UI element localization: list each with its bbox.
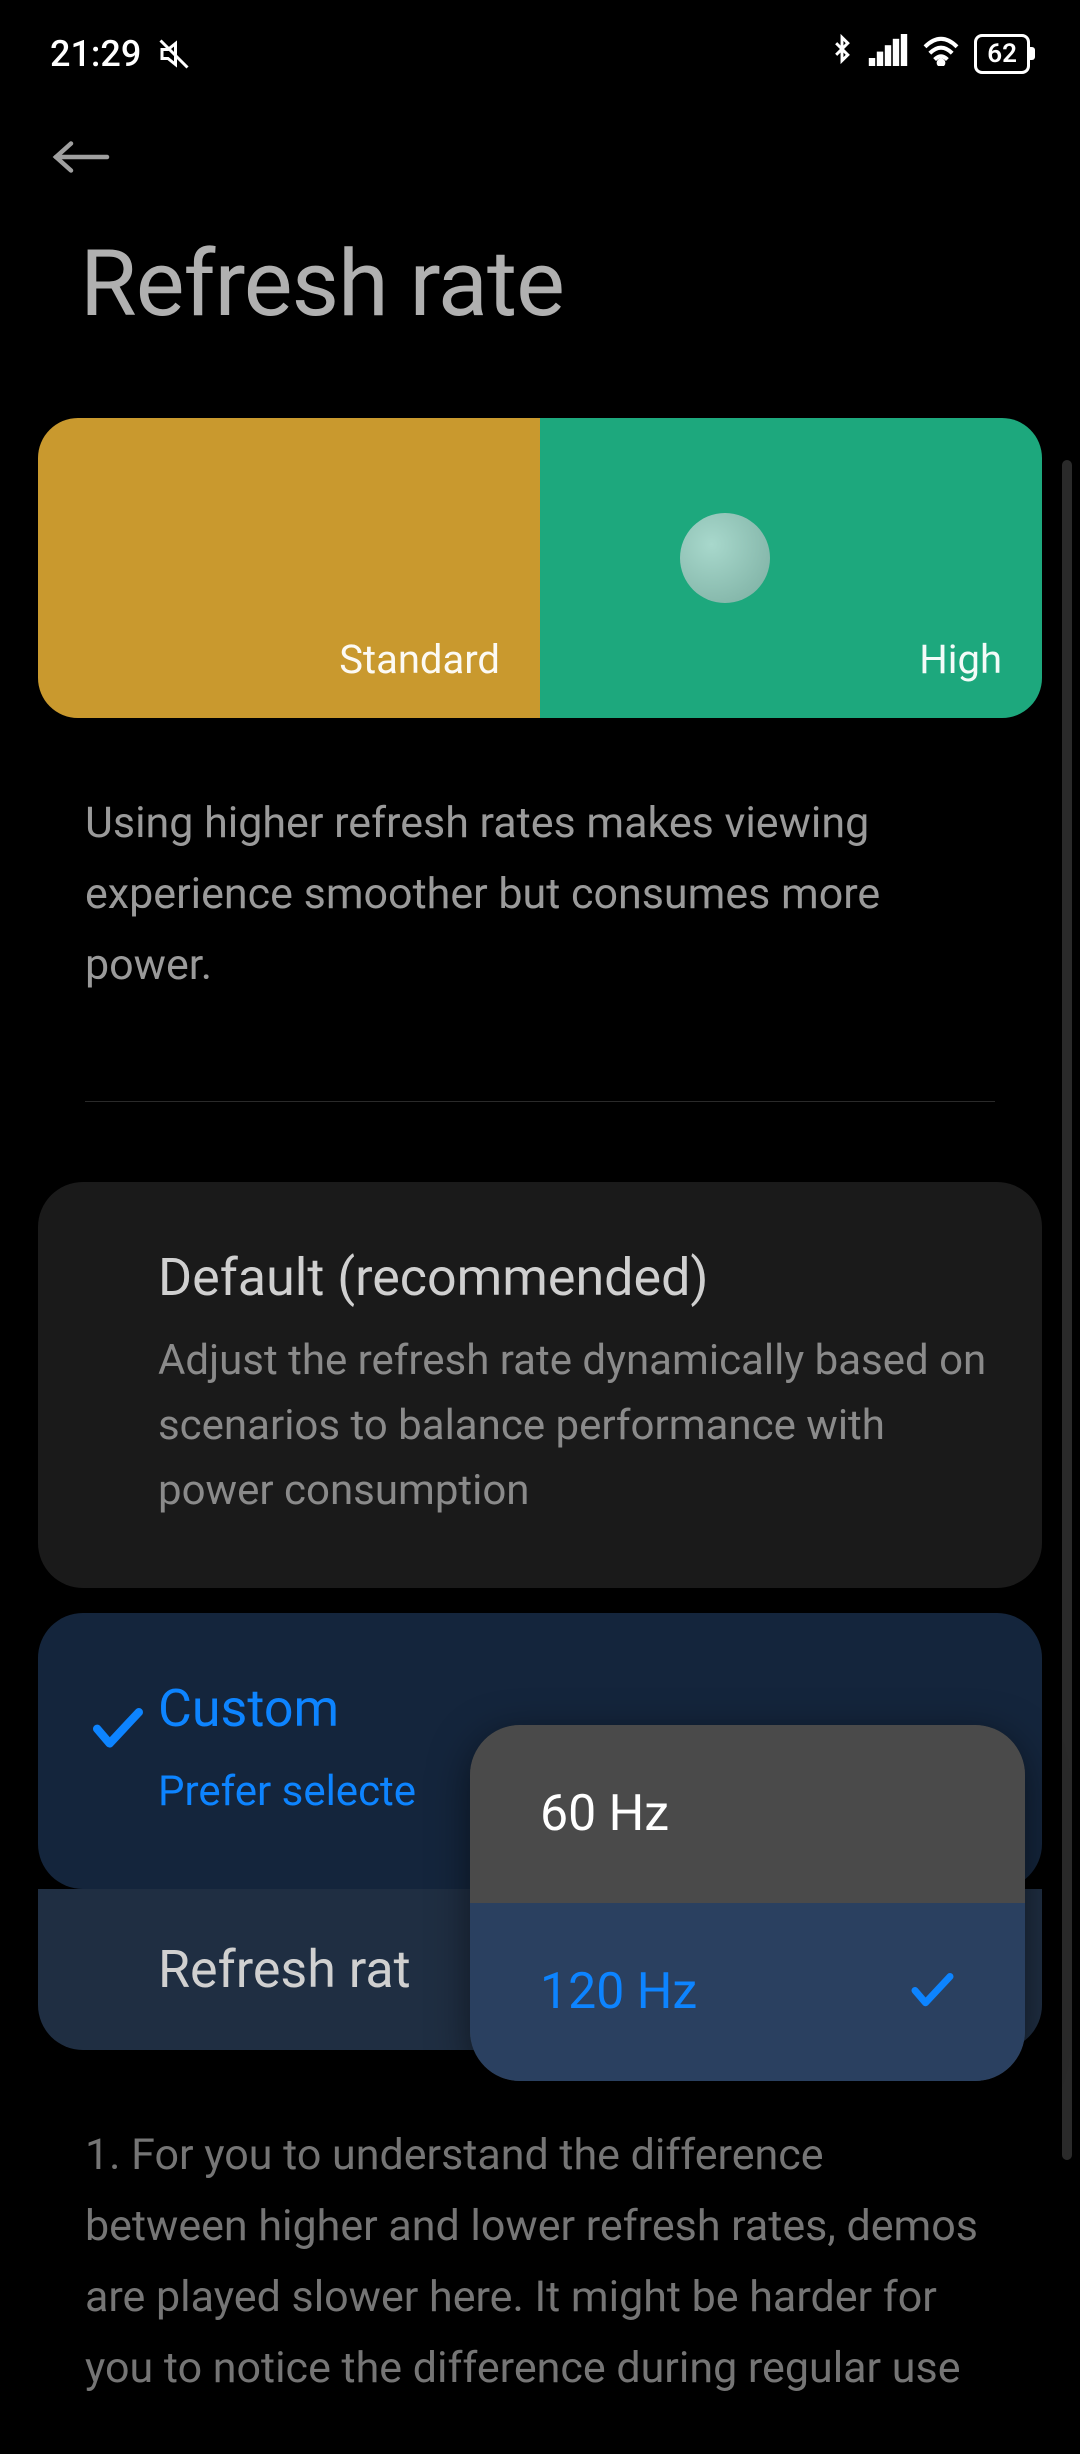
description-text: Using higher refresh rates makes viewing… [0, 718, 1080, 1101]
demo-high-label: High [919, 636, 1002, 683]
option-default-subtitle: Adjust the refresh rate dynamically base… [158, 1328, 992, 1523]
dropdown-60hz[interactable]: 60 Hz [470, 1725, 1025, 1903]
refresh-rate-dropdown: 60 Hz 120 Hz [470, 1725, 1025, 2081]
mute-icon [156, 36, 192, 72]
dropdown-120hz[interactable]: 120 Hz [470, 1903, 1025, 2081]
demo-ball-icon [680, 513, 770, 603]
demo-card: Standard High [38, 418, 1042, 718]
dropdown-60hz-label: 60 Hz [540, 1785, 669, 1843]
check-icon [910, 1963, 955, 2021]
page-title: Refresh rate [0, 201, 1080, 418]
footer-text: 1. For you to understand the difference … [0, 2070, 1080, 2454]
back-button[interactable] [0, 97, 1080, 201]
demo-high-panel: High [540, 418, 1042, 718]
check-icon [93, 1708, 143, 1748]
status-bar: 21:29 [0, 0, 1080, 97]
status-right: 62 [828, 30, 1030, 77]
demo-standard-label: Standard [339, 636, 500, 683]
status-left: 21:29 [50, 33, 192, 75]
bluetooth-icon [828, 30, 856, 77]
battery-level: 62 [987, 39, 1017, 69]
signal-icon [868, 33, 908, 75]
wifi-icon [920, 33, 962, 75]
divider [85, 1101, 995, 1102]
status-time: 21:29 [50, 33, 141, 75]
battery-icon: 62 [974, 34, 1030, 74]
option-default-title: Default (recommended) [158, 1247, 992, 1308]
demo-standard-panel: Standard [38, 418, 540, 718]
option-default[interactable]: Default (recommended) Adjust the refresh… [38, 1182, 1042, 1588]
dropdown-120hz-label: 120 Hz [540, 1963, 697, 2021]
scrollbar[interactable] [1062, 460, 1072, 2160]
